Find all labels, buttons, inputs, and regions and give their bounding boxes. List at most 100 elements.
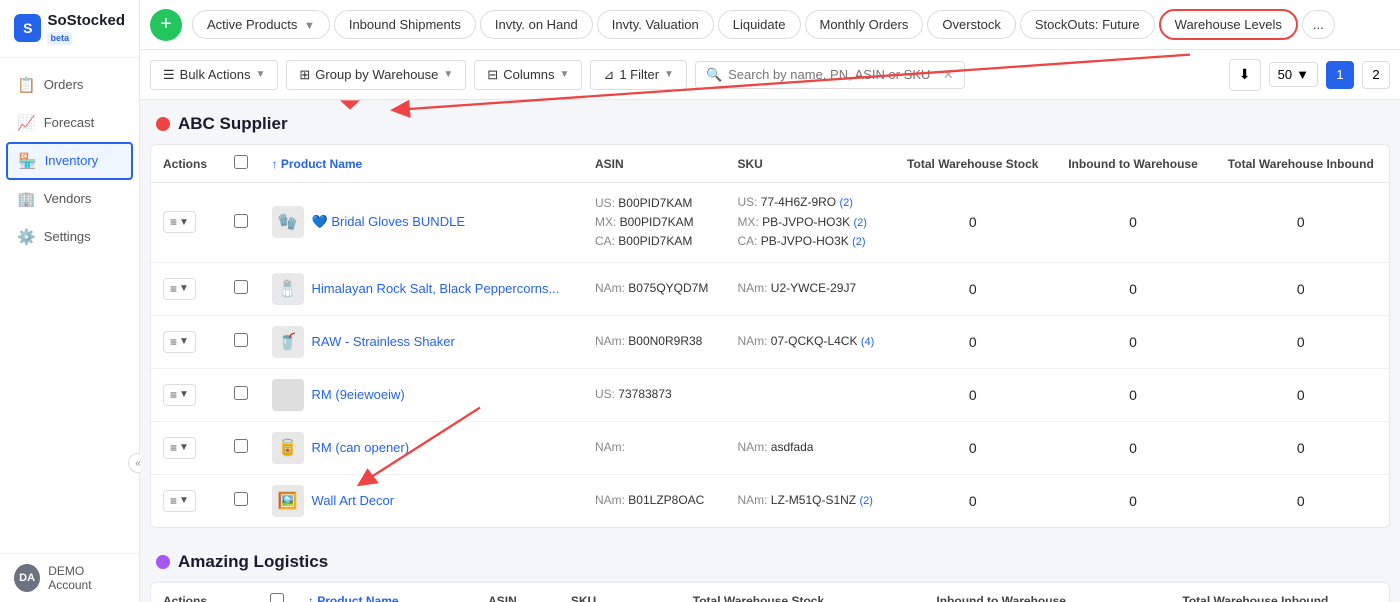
download-button[interactable]: ⬇ bbox=[1229, 59, 1261, 91]
total-stock-value: 0 bbox=[892, 315, 1053, 368]
row-checkbox[interactable] bbox=[234, 492, 248, 506]
group-dot-amazing bbox=[156, 555, 170, 569]
table-row: ≡ ▼ 🖼️ Wall Art Decor NAm: B01LZP8OAC NA… bbox=[151, 474, 1389, 527]
inbound-value: 0 bbox=[1053, 315, 1212, 368]
filter-button[interactable]: ⊿ 1 Filter ▼ bbox=[590, 60, 687, 90]
columns-button[interactable]: ⊟ Columns ▼ bbox=[474, 60, 582, 90]
settings-icon: ⚙️ bbox=[17, 228, 36, 246]
row-action-menu[interactable]: ≡ ▼ bbox=[163, 278, 210, 300]
bulk-actions-icon: ☰ bbox=[163, 67, 175, 83]
tab-warehouse-levels[interactable]: Warehouse Levels bbox=[1159, 9, 1298, 40]
product-name-link[interactable]: 💙 Bridal Gloves BUNDLE bbox=[312, 214, 465, 230]
group-dot-abc bbox=[156, 117, 170, 131]
content-area: ABC Supplier Actions ↑ Product Name ASIN… bbox=[140, 100, 1400, 602]
row-action-menu[interactable]: ≡ ▼ bbox=[163, 384, 210, 406]
columns-chevron: ▼ bbox=[560, 69, 570, 80]
tab-stockouts-future[interactable]: StockOuts: Future bbox=[1020, 10, 1155, 39]
table-abc-supplier: Actions ↑ Product Name ASIN SKU Total Wa… bbox=[150, 144, 1390, 528]
filter-label: 1 Filter bbox=[619, 67, 659, 82]
bulk-actions-button[interactable]: ☰ Bulk Actions ▼ bbox=[150, 60, 278, 90]
product-name-link[interactable]: Himalayan Rock Salt, Black Peppercorns..… bbox=[312, 281, 560, 296]
per-page-selector[interactable]: 50 ▼ bbox=[1269, 62, 1318, 87]
inbound-value: 0 bbox=[1053, 262, 1212, 315]
vendors-icon: 🏢 bbox=[17, 190, 36, 208]
sidebar-item-label-vendors: Vendors bbox=[44, 191, 92, 206]
sidebar-nav: 📋 Orders 📈 Forecast 🏪 Inventory 🏢 Vendor… bbox=[0, 58, 139, 553]
account-area: DA DEMO Account bbox=[0, 553, 139, 602]
sku-cell: US: 77-4H6Z-9RO (2) MX: PB-JVPO-HO3K (2)… bbox=[725, 183, 892, 263]
product-cell: 🧤 💙 Bridal Gloves BUNDLE bbox=[260, 183, 583, 263]
row-checkbox[interactable] bbox=[234, 280, 248, 294]
sidebar-item-vendors[interactable]: 🏢 Vendors bbox=[0, 180, 139, 218]
sidebar: S SoStocked beta 📋 Orders 📈 Forecast 🏪 I… bbox=[0, 0, 140, 602]
tab-active-products[interactable]: Active Products ▼ bbox=[192, 10, 330, 39]
group-abc-supplier-header: ABC Supplier bbox=[140, 100, 1400, 144]
search-icon: 🔍 bbox=[706, 67, 722, 83]
search-box[interactable]: 🔍 ✕ bbox=[695, 61, 965, 89]
row-checkbox[interactable] bbox=[234, 439, 248, 453]
product-image: 🧤 bbox=[272, 206, 304, 238]
row-action-menu[interactable]: ≡ ▼ bbox=[163, 331, 210, 353]
asin-cell: US: B00PID7KAM MX: B00PID7KAM CA: B00PID… bbox=[583, 183, 725, 263]
col-sku: SKU bbox=[725, 145, 892, 183]
bulk-actions-label: Bulk Actions bbox=[180, 67, 251, 82]
sidebar-item-orders[interactable]: 📋 Orders bbox=[0, 66, 139, 104]
total-inbound-value: 0 bbox=[1213, 421, 1389, 474]
row-action-menu[interactable]: ≡ ▼ bbox=[163, 490, 210, 512]
inbound-value: 0 bbox=[1053, 421, 1212, 474]
product-image bbox=[272, 379, 304, 411]
table-amazing-logistics: Actions ↑ Product Name ASIN SKU Total Wa… bbox=[150, 582, 1390, 602]
select-all-checkbox-2[interactable] bbox=[270, 593, 284, 602]
total-stock-value: 0 bbox=[892, 421, 1053, 474]
product-name-link[interactable]: RAW - Strainless Shaker bbox=[312, 334, 455, 349]
add-button[interactable]: + bbox=[150, 9, 182, 41]
toolbar: ☰ Bulk Actions ▼ ⊞ Group by Warehouse ▼ … bbox=[140, 50, 1400, 100]
sidebar-item-settings[interactable]: ⚙️ Settings bbox=[0, 218, 139, 256]
col-inbound-2: Inbound to Warehouse bbox=[881, 583, 1122, 602]
select-all-checkbox[interactable] bbox=[234, 155, 248, 169]
col-inbound: Inbound to Warehouse bbox=[1053, 145, 1212, 183]
group-by-icon: ⊞ bbox=[299, 67, 310, 83]
sidebar-item-label-orders: Orders bbox=[44, 77, 84, 92]
row-actions-cell: ≡ ▼ bbox=[151, 183, 222, 263]
col-product-name[interactable]: ↑ Product Name bbox=[260, 145, 583, 183]
columns-label: Columns bbox=[503, 67, 554, 82]
page-2-button[interactable]: 2 bbox=[1362, 61, 1390, 89]
page-1-button[interactable]: 1 bbox=[1326, 61, 1354, 89]
row-action-menu[interactable]: ≡ ▼ bbox=[163, 437, 210, 459]
asin-cell: NAm: B01LZP8OAC bbox=[583, 474, 725, 527]
search-clear-icon: ✕ bbox=[943, 67, 954, 83]
product-name-link[interactable]: RM (can opener) bbox=[312, 440, 410, 455]
tab-invty-valuation[interactable]: Invty. Valuation bbox=[597, 10, 714, 39]
group-by-button[interactable]: ⊞ Group by Warehouse ▼ bbox=[286, 60, 466, 90]
total-stock-value: 0 bbox=[892, 368, 1053, 421]
tab-bar: + Active Products ▼ Inbound Shipments In… bbox=[140, 0, 1400, 50]
table-row: ≡ ▼ RM (9eiewoeiw) US: 73783873 0 0 0 bbox=[151, 368, 1389, 421]
product-name-link[interactable]: RM (9eiewoeiw) bbox=[312, 387, 405, 402]
col-product-name-2[interactable]: ↑ Product Name bbox=[296, 583, 476, 602]
sidebar-item-forecast[interactable]: 📈 Forecast bbox=[0, 104, 139, 142]
col-asin: ASIN bbox=[583, 145, 725, 183]
search-input[interactable] bbox=[728, 67, 937, 82]
total-inbound-value: 0 bbox=[1213, 474, 1389, 527]
col-total-stock-2: Total Warehouse Stock bbox=[636, 583, 880, 602]
total-stock-value: 0 bbox=[892, 474, 1053, 527]
row-checkbox[interactable] bbox=[234, 386, 248, 400]
tab-invty-on-hand[interactable]: Invty. on Hand bbox=[480, 10, 593, 39]
tab-more[interactable]: ... bbox=[1302, 10, 1335, 39]
row-checkbox[interactable] bbox=[234, 214, 248, 228]
account-label: DEMO Account bbox=[48, 564, 125, 592]
sku-cell: NAm: 07-QCKQ-L4CK (4) bbox=[725, 315, 892, 368]
row-action-menu[interactable]: ≡ ▼ bbox=[163, 211, 210, 233]
tab-inbound-shipments[interactable]: Inbound Shipments bbox=[334, 10, 476, 39]
tab-liquidate[interactable]: Liquidate bbox=[718, 10, 801, 39]
row-checkbox[interactable] bbox=[234, 333, 248, 347]
col-total-inbound-2: Total Warehouse Inbound bbox=[1122, 583, 1389, 602]
tab-monthly-orders[interactable]: Monthly Orders bbox=[805, 10, 924, 39]
tab-overstock[interactable]: Overstock bbox=[927, 10, 1016, 39]
inbound-value: 0 bbox=[1053, 183, 1212, 263]
product-name-link[interactable]: Wall Art Decor bbox=[312, 493, 395, 508]
col-checkbox bbox=[222, 145, 260, 183]
group-by-chevron: ▼ bbox=[443, 69, 453, 80]
sidebar-item-inventory[interactable]: 🏪 Inventory bbox=[6, 142, 133, 180]
